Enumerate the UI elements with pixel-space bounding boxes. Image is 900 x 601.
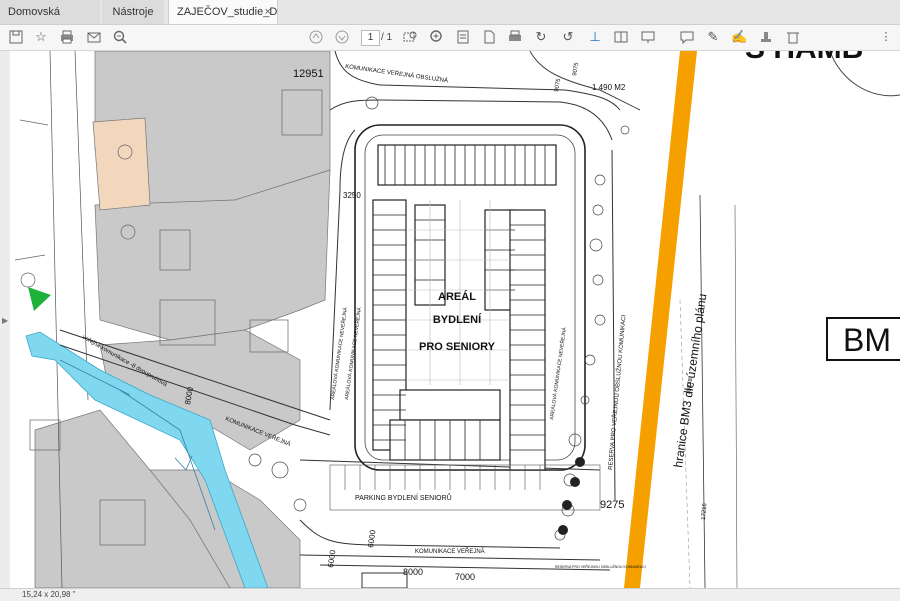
zoom-in-icon[interactable] <box>428 29 444 45</box>
site-plan-drawing: AREÁL BYDLENÍ PRO SENIORY 12951 3250 927… <box>14 51 900 588</box>
road-top-label: KOMUNIKACE VEŘEJNÁ OBSLUŽNÁ <box>345 62 449 84</box>
select-icon[interactable] <box>402 29 418 45</box>
pen-icon[interactable]: ✎ <box>705 29 721 45</box>
rotate-ccw-icon[interactable]: ↻ <box>533 29 549 45</box>
bookmark-star-icon[interactable]: ☆ <box>33 29 49 45</box>
dim-7000: 7000 <box>455 572 475 582</box>
neighboring-lots <box>34 51 331 588</box>
page-number-input[interactable]: 1 <box>361 30 380 46</box>
close-tab-icon[interactable]: × <box>265 0 271 24</box>
page-icon[interactable] <box>481 29 497 45</box>
bm-label: BM <box>843 322 891 358</box>
area-title-line1: AREÁL <box>438 290 476 303</box>
dim-9275: 9275 <box>600 499 624 511</box>
delete-icon[interactable] <box>785 29 801 45</box>
status-bar: 15,24 x 20,98 " <box>0 588 900 601</box>
dim-8000b: 8000 <box>403 567 423 577</box>
toolbar: ☆ 1 / 1 ↻ ↺ ⊥ ✎ ✍ ⋮ <box>0 25 900 51</box>
document-viewer[interactable]: AREÁL BYDLENÍ PRO SENIORY 12951 3250 927… <box>10 51 900 588</box>
zoom-out-icon[interactable] <box>112 29 128 45</box>
tab-home[interactable]: Domovská stránka <box>0 0 100 42</box>
expand-arrow-icon[interactable]: ▶ <box>2 316 8 325</box>
dim-3250: 3250 <box>343 191 361 200</box>
more-icon[interactable]: ⋮ <box>878 29 894 45</box>
north-marker-icon <box>28 287 51 311</box>
tab-tools[interactable]: Nástroje <box>102 0 164 24</box>
plot-area: 1 490 M2 <box>592 83 626 92</box>
dim-12951: 12951 <box>293 68 324 80</box>
fit-page-icon[interactable] <box>455 29 471 45</box>
area-title-line3: PRO SENIORY <box>419 341 496 353</box>
dim-17216: 17216 <box>701 502 708 520</box>
stamp-icon[interactable] <box>758 29 774 45</box>
two-page-icon[interactable] <box>613 29 629 45</box>
tab-bar: Domovská stránka Nástroje ZAJEČOV_studie… <box>0 0 900 42</box>
bm3-boundary-line <box>624 51 697 588</box>
presentation-icon[interactable] <box>640 29 656 45</box>
dim-9075b: 9075 <box>572 62 580 77</box>
road-right-label: AREÁLOVÁ KOMUNIKACE NEVEŘEJNÁ <box>547 326 568 420</box>
measure-icon[interactable]: ⊥ <box>587 29 603 45</box>
page-dimensions: 15,24 x 20,98 " <box>22 590 76 599</box>
prev-page-icon[interactable] <box>308 29 324 45</box>
reserve-label: RESERVA PRO VEŘEJNOU OBSLUŽNOU KOMUNIKAC… <box>606 314 628 470</box>
email-icon[interactable] <box>86 29 102 45</box>
parking-label: PARKING BYDLENÍ SENIORŮ <box>355 493 452 502</box>
comment-icon[interactable] <box>679 29 695 45</box>
tab-document[interactable]: ZAJEČOV_studie_D... × <box>168 0 278 24</box>
tab-document-label: ZAJEČOV_studie_D... <box>177 6 278 18</box>
reserve-small-label: RESERVA PRO VEŘEJNOU OBSLUŽNOU KOMUNIKAC… <box>555 564 646 569</box>
next-page-icon[interactable] <box>334 29 350 45</box>
area-title-line2: BYDLENÍ <box>433 313 482 326</box>
top-right-label: S HAMB <box>745 51 863 65</box>
road-bottom-label: KOMUNIKACE VEŘEJNÁ <box>415 547 485 555</box>
print-page-icon[interactable] <box>507 29 523 45</box>
save-icon[interactable] <box>8 29 24 45</box>
page-total: / 1 <box>381 32 393 43</box>
print-icon[interactable] <box>59 29 75 45</box>
peach-lot <box>92 117 151 211</box>
tab-tools-label: Nástroje <box>112 6 154 18</box>
rotate-cw-icon[interactable]: ↺ <box>560 29 576 45</box>
sign-icon[interactable]: ✍ <box>731 29 747 45</box>
